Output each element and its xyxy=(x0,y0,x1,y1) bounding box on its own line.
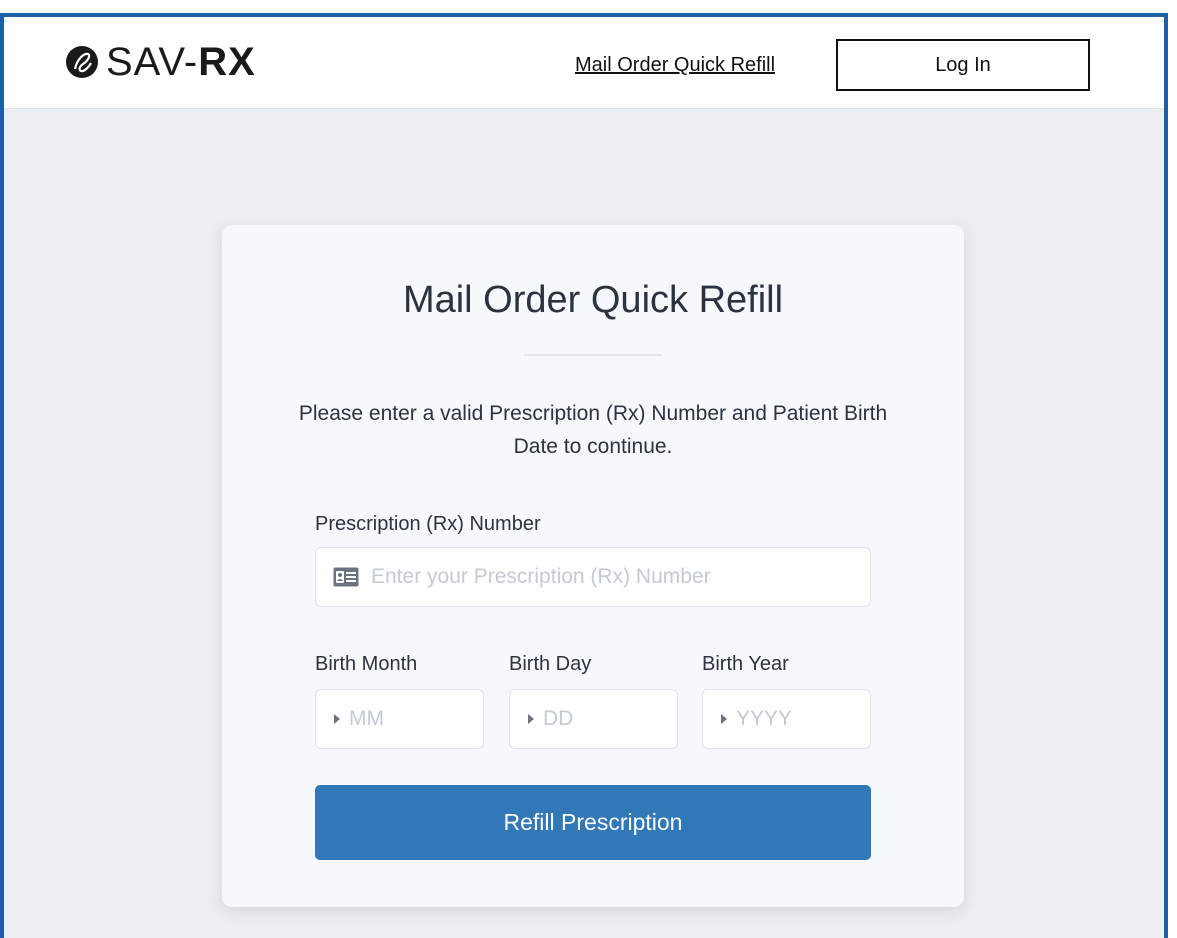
birth-month-input[interactable]: MM xyxy=(315,689,484,749)
refill-card: Mail Order Quick Refill Please enter a v… xyxy=(222,225,964,907)
card-description: Please enter a valid Prescription (Rx) N… xyxy=(298,402,888,458)
birth-year-placeholder: YYYY xyxy=(736,707,793,730)
birth-year-label: Birth Year xyxy=(702,653,789,675)
logo[interactable]: SAV-RX xyxy=(64,37,256,87)
logo-text-bold: RX xyxy=(198,40,256,84)
rx-number-placeholder: Enter your Prescription (Rx) Number xyxy=(371,565,711,588)
caret-right-icon xyxy=(721,714,727,724)
logo-mark-icon xyxy=(66,46,98,78)
birth-day-label: Birth Day xyxy=(509,653,592,675)
nav-mail-order-quick-refill-link[interactable]: Mail Order Quick Refill xyxy=(575,54,775,77)
logo-text-light: SAV- xyxy=(106,40,199,84)
caret-right-icon xyxy=(528,714,534,724)
browser-frame: SAV-RX Mail Order Quick Refill Log In Ma… xyxy=(0,13,1168,938)
login-button[interactable]: Log In xyxy=(836,39,1090,91)
rx-number-label: Prescription (Rx) Number xyxy=(315,513,541,535)
birth-day-input[interactable]: DD xyxy=(509,689,678,749)
title-divider xyxy=(524,354,662,356)
caret-right-icon xyxy=(334,714,340,724)
logo-text: SAV-RX xyxy=(106,42,256,82)
birth-day-placeholder: DD xyxy=(543,707,574,730)
rx-number-input[interactable]: Enter your Prescription (Rx) Number xyxy=(315,547,871,607)
card-title: Mail Order Quick Refill xyxy=(402,279,784,321)
refill-prescription-button[interactable]: Refill Prescription xyxy=(315,785,871,860)
site-header: SAV-RX Mail Order Quick Refill Log In xyxy=(4,17,1164,109)
birth-month-label: Birth Month xyxy=(315,653,418,675)
id-card-icon xyxy=(333,567,359,587)
birth-month-placeholder: MM xyxy=(349,707,384,730)
birth-year-input[interactable]: YYYY xyxy=(702,689,871,749)
